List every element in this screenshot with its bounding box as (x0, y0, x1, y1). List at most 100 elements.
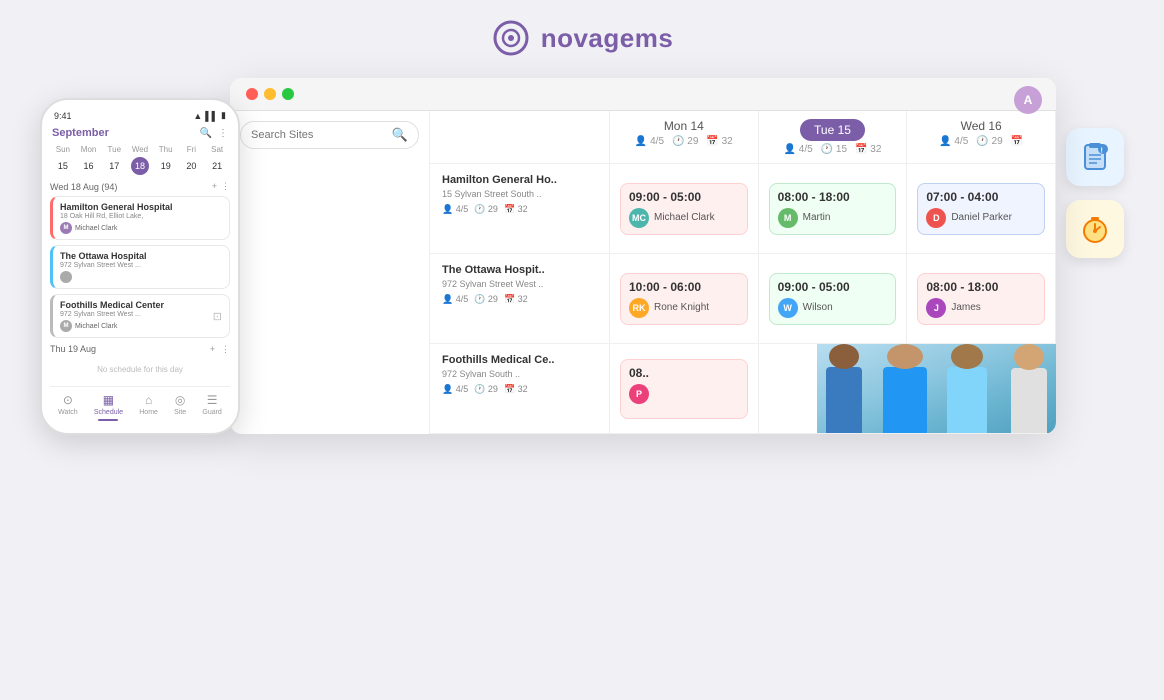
clipboard-widget[interactable]: ! (1066, 128, 1124, 186)
shift-card-ottawa-wed[interactable]: 08:00 - 18:00 J James (917, 273, 1045, 325)
michael-clark-avatar: M (60, 222, 72, 234)
shift-time-ottawa-mon: 10:00 - 06:00 (629, 280, 739, 294)
shift-card-foothills-mon[interactable]: 08.. P (620, 359, 748, 419)
cal-icon-tue: 📅 32 (855, 144, 881, 155)
right-widgets: ! (1066, 128, 1124, 258)
ottawa-name: The Ottawa Hospit.. (442, 264, 597, 276)
foothills-meta: 👤 4/5 🕐 29 📅 32 (442, 384, 597, 395)
search-icon[interactable]: 🔍 (200, 128, 212, 139)
cal-day-20[interactable]: 20 (182, 157, 200, 175)
phone-time: 9:41 (54, 111, 72, 121)
nav-guard[interactable]: ☰ Guard (202, 393, 221, 421)
card-ottawa-person (60, 271, 222, 283)
add-thu-icon[interactable]: + (210, 344, 215, 355)
daniel-avatar: D (926, 208, 946, 228)
ottawa-address: 972 Sylvan Street West .. (442, 279, 597, 289)
shift-time-foothills-mon: 08.. (629, 366, 739, 380)
phone-calendar-header: September 🔍 ⋮ (50, 127, 230, 139)
shift-ottawa-wed[interactable]: 08:00 - 18:00 J James (907, 254, 1056, 343)
nav-site-label: Site (174, 409, 186, 416)
day-header-mon: Mon 14 👤 4/5 🕐 29 📅 32 (610, 111, 759, 163)
shift-card-ottawa-mon[interactable]: 10:00 - 06:00 RK Rone Knight (620, 273, 748, 325)
cal-day-18-today[interactable]: 18 (131, 157, 149, 175)
no-schedule-message: No schedule for this day (50, 359, 230, 380)
shift-person-foothills-mon: P (629, 384, 739, 404)
site-cell-hamilton: Hamilton General Ho.. 15 Sylvan Street S… (430, 164, 610, 253)
shift-card-hamilton-mon[interactable]: 09:00 - 05:00 MC Michael Clark (620, 183, 748, 235)
shift-person-hamilton-wed: D Daniel Parker (926, 208, 1036, 228)
add-icon[interactable]: + (212, 181, 217, 192)
more-icon[interactable]: ⋮ (218, 128, 228, 139)
thu-section-header: Thu 19 Aug + ⋮ (50, 344, 230, 355)
cal-day-16[interactable]: 16 (80, 157, 98, 175)
shift-person-ottawa-tue: W Wilson (778, 298, 888, 318)
day-label-tue: Tue 15 (800, 119, 865, 141)
phone-status-bar: 9:41 ▲ ▌▌ ▮ (50, 110, 230, 121)
search-input[interactable] (251, 129, 386, 141)
ottawa-people: 👤 4/5 (442, 294, 468, 305)
calendar-week-row: 15 16 17 18 19 20 21 (50, 157, 230, 175)
thu-actions[interactable]: + ⋮ (210, 344, 230, 355)
shift-card-ottawa-tue[interactable]: 09:00 - 05:00 W Wilson (769, 273, 897, 325)
cal-day-21[interactable]: 21 (208, 157, 226, 175)
watch-icon: ⊙ (63, 393, 73, 407)
day-label-wed: Wed 16 (919, 119, 1043, 133)
cal-day-15[interactable]: 15 (54, 157, 72, 175)
schedule-icon: ▦ (103, 393, 114, 407)
shift-hamilton-mon[interactable]: 09:00 - 05:00 MC Michael Clark (610, 164, 759, 253)
wed-actions[interactable]: + ⋮ (212, 181, 230, 192)
shift-hamilton-wed[interactable]: 07:00 - 04:00 D Daniel Parker (907, 164, 1056, 253)
shift-ottawa-mon[interactable]: 10:00 - 06:00 RK Rone Knight (610, 254, 759, 343)
close-button[interactable] (246, 88, 258, 100)
wifi-icon: ▲ (193, 111, 202, 121)
shift-time-hamilton-wed: 07:00 - 04:00 (926, 190, 1036, 204)
sidebar: 🔍 (230, 111, 430, 434)
shift-time-ottawa-wed: 08:00 - 18:00 (926, 280, 1036, 294)
card-hamilton-title: Hamilton General Hospital (60, 202, 222, 212)
schedule-card-foothills[interactable]: Foothills Medical Center 972 Sylvan Stre… (50, 294, 230, 338)
timer-widget[interactable] (1066, 200, 1124, 258)
browser-toolbar (230, 78, 1056, 111)
more-thu-icon[interactable]: ⋮ (221, 344, 230, 355)
michael-clark-name-grid: Michael Clark (654, 212, 715, 223)
shift-foothills-mon[interactable]: 08.. P (610, 344, 759, 433)
nav-schedule[interactable]: ▦ Schedule (94, 393, 123, 421)
nav-home[interactable]: ⌂ Home (139, 393, 158, 421)
app-name: novagems (541, 23, 674, 54)
cal-day-19[interactable]: 19 (157, 157, 175, 175)
ottawa-cal: 📅 32 (504, 294, 528, 305)
cal-day-17[interactable]: 17 (105, 157, 123, 175)
search-icon[interactable]: 🔍 (392, 127, 408, 143)
shift-time-hamilton-tue: 08:00 - 18:00 (778, 190, 888, 204)
shift-card-hamilton-tue[interactable]: 08:00 - 18:00 M Martin (769, 183, 897, 235)
shift-hamilton-tue[interactable]: 08:00 - 18:00 M Martin (759, 164, 908, 253)
day-meta-mon: 👤 4/5 🕐 29 📅 32 (622, 136, 746, 147)
maximize-button[interactable] (282, 88, 294, 100)
foothills-person-avatar: M (60, 320, 72, 332)
shift-ottawa-tue[interactable]: 09:00 - 05:00 W Wilson (759, 254, 908, 343)
nav-watch[interactable]: ⊙ Watch (58, 393, 78, 421)
schedule-row-hamilton: Hamilton General Ho.. 15 Sylvan Street S… (430, 164, 1056, 254)
day-meta-wed: 👤 4/5 🕐 29 📅 (919, 136, 1043, 147)
ottawa-meta: 👤 4/5 🕐 29 📅 32 (442, 294, 597, 305)
more-icon[interactable]: ⋮ (221, 181, 230, 192)
schedule-card-hamilton[interactable]: Hamilton General Hospital 18 Oak Hill Rd… (50, 196, 230, 240)
shift-card-hamilton-wed[interactable]: 07:00 - 04:00 D Daniel Parker (917, 183, 1045, 235)
schedule-card-ottawa[interactable]: The Ottawa Hospital 972 Sylvan Street We… (50, 245, 230, 289)
search-bar[interactable]: 🔍 (240, 121, 419, 149)
wilson-name: Wilson (803, 302, 833, 313)
michael-clark-avatar-grid: MC (629, 208, 649, 228)
clipboard-icon: ! (1079, 141, 1111, 173)
nav-home-label: Home (139, 409, 158, 416)
hamilton-address: 15 Sylvan Street South .. (442, 189, 597, 199)
shift-time-ottawa-tue: 09:00 - 05:00 (778, 280, 888, 294)
minimize-button[interactable] (264, 88, 276, 100)
nav-site[interactable]: ◎ Site (174, 393, 186, 421)
clock-icon: 🕐 29 (672, 136, 698, 147)
phone-cal-actions[interactable]: 🔍 ⋮ (200, 128, 228, 139)
people-icon: 👤 4/5 (635, 136, 664, 147)
card-hamilton-address: 18 Oak Hill Rd, Elliot Lake, (60, 213, 222, 220)
foothills-name: Foothills Medical Ce.. (442, 354, 597, 366)
day-meta-tue: 👤 4/5 🕐 15 📅 32 (771, 144, 895, 155)
ottawa-person-avatar (60, 271, 72, 283)
